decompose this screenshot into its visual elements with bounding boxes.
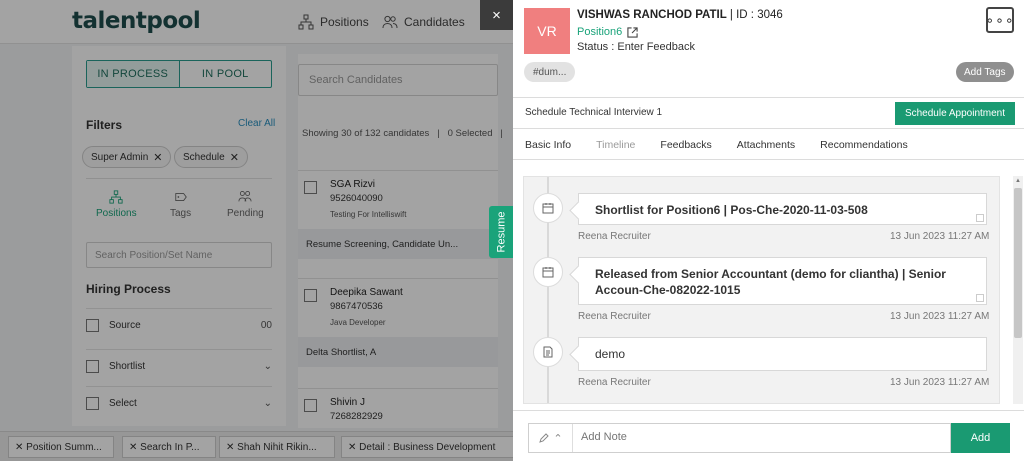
more-options-button[interactable]: ∘∘∘ bbox=[985, 7, 1014, 33]
timeline-time: 13 Jun 2023 11:27 AM bbox=[890, 231, 990, 242]
add-note-input[interactable] bbox=[581, 431, 941, 443]
chevron-up-icon: ⌃ bbox=[553, 432, 563, 445]
tab-attachments[interactable]: Attachments bbox=[737, 139, 795, 151]
tab-recommendations[interactable]: Recommendations bbox=[820, 139, 908, 151]
resume-tab-label: Resume bbox=[495, 211, 507, 253]
timeline-time: 13 Jun 2023 11:27 AM bbox=[890, 377, 990, 388]
divider bbox=[513, 97, 1024, 98]
timeline-entry: demo bbox=[578, 337, 987, 371]
divider bbox=[513, 159, 1024, 160]
add-tags-button[interactable]: Add Tags bbox=[956, 62, 1014, 82]
tab-feedbacks[interactable]: Feedbacks bbox=[660, 139, 711, 151]
note-composer: ⌃ bbox=[528, 423, 951, 453]
scroll-up-icon[interactable]: ▲ bbox=[1015, 178, 1021, 184]
divider bbox=[513, 128, 1024, 129]
calendar-icon bbox=[533, 257, 563, 287]
timeline-entry: Shortlist for Position6 | Pos-Che-2020-1… bbox=[578, 193, 987, 225]
divider bbox=[513, 410, 1024, 411]
note-type-selector[interactable]: ⌃ bbox=[529, 424, 573, 452]
candidate-full-name: VISHWAS RANCHOD PATIL bbox=[577, 9, 727, 21]
candidate-id: ID : 3046 bbox=[736, 9, 783, 21]
add-note-button[interactable]: Add bbox=[951, 423, 1010, 453]
timeline-author: Reena Recruiter bbox=[578, 311, 651, 322]
drawer-tabs: Basic Info Timeline Feedbacks Attachment… bbox=[525, 139, 933, 151]
candidate-status: Status : Enter Feedback bbox=[577, 41, 696, 53]
timeline-text: Released from Senior Accountant (demo fo… bbox=[595, 267, 946, 297]
position-name[interactable]: Position6 bbox=[577, 26, 622, 38]
tab-timeline[interactable]: Timeline bbox=[596, 139, 635, 151]
timeline-entry: Released from Senior Accountant (demo fo… bbox=[578, 257, 987, 305]
modal-overlay[interactable] bbox=[0, 0, 513, 461]
calendar-icon bbox=[533, 193, 563, 223]
tab-basic-info[interactable]: Basic Info bbox=[525, 139, 571, 151]
timeline-panel: Shortlist for Position6 | Pos-Che-2020-1… bbox=[523, 176, 1000, 404]
resume-tab[interactable]: Resume bbox=[489, 206, 513, 258]
position-link[interactable]: Position6 bbox=[577, 26, 638, 38]
expand-icon[interactable] bbox=[976, 214, 984, 222]
pencil-icon bbox=[539, 433, 550, 443]
current-stage: Schedule Technical Interview 1 bbox=[525, 107, 663, 118]
expand-icon[interactable] bbox=[976, 294, 984, 302]
candidate-drawer: VR VISHWAS RANCHOD PATIL | ID : 3046 Pos… bbox=[513, 0, 1024, 461]
scrollbar-thumb[interactable] bbox=[1014, 188, 1022, 338]
avatar: VR bbox=[524, 8, 570, 54]
timeline-author: Reena Recruiter bbox=[578, 377, 651, 388]
timeline-time: 13 Jun 2023 11:27 AM bbox=[890, 311, 990, 322]
timeline-scrollbar[interactable]: ▲ bbox=[1013, 176, 1023, 404]
schedule-appointment-button[interactable]: Schedule Appointment bbox=[895, 102, 1015, 125]
tag-chip[interactable]: #dum... bbox=[524, 62, 576, 82]
timeline-text: demo bbox=[595, 347, 626, 361]
candidate-header: VISHWAS RANCHOD PATIL | ID : 3046 bbox=[577, 9, 783, 21]
timeline-author: Reena Recruiter bbox=[578, 231, 651, 242]
external-link-icon[interactable] bbox=[627, 26, 638, 38]
timeline-text: Shortlist for Position6 | Pos-Che-2020-1… bbox=[595, 203, 868, 217]
document-icon bbox=[533, 337, 563, 367]
close-drawer-button[interactable]: × bbox=[480, 0, 513, 30]
